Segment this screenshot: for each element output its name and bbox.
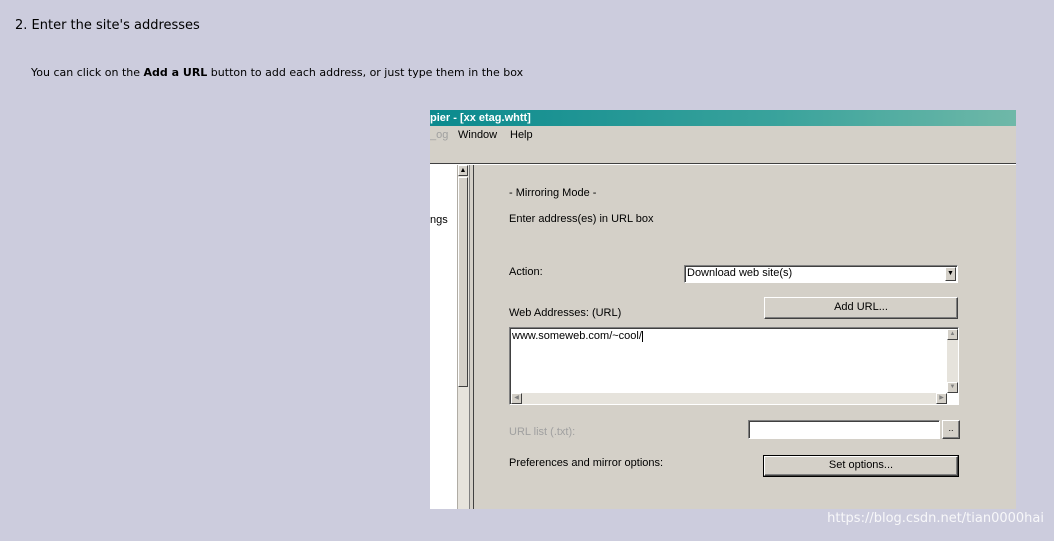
left-pane-item: ngs xyxy=(430,214,448,226)
url-text: www.someweb.com/~cool/ xyxy=(512,330,643,342)
mirroring-mode-label: - Mirroring Mode - xyxy=(509,187,597,199)
window-title: pier - [xx etag.whtt] xyxy=(430,112,531,124)
scroll-down-icon[interactable]: ▼ xyxy=(947,382,958,393)
url-value: www.someweb.com/~cool/ xyxy=(512,330,642,342)
scroll-right-icon[interactable]: ▶ xyxy=(936,393,947,404)
instruction-after: button to add each address, or just type… xyxy=(207,66,524,79)
action-select-value: Download web site(s) xyxy=(687,267,793,279)
scroll-up-icon[interactable]: ▲ xyxy=(458,165,468,176)
enter-address-hint: Enter address(es) in URL box xyxy=(509,213,654,225)
dropdown-arrow-icon[interactable]: ▼ xyxy=(945,267,956,281)
url-vertical-scrollbar[interactable]: ▲ ▼ xyxy=(947,329,958,393)
add-url-button[interactable]: Add URL... xyxy=(764,297,958,319)
scroll-up-icon[interactable]: ▲ xyxy=(947,329,958,340)
menu-window[interactable]: Window xyxy=(458,126,497,144)
menu-help[interactable]: Help xyxy=(510,126,533,144)
instruction-before: You can click on the xyxy=(31,66,144,79)
url-list-input[interactable] xyxy=(748,420,940,439)
watermark: https://blog.csdn.net/tian0000hai xyxy=(827,511,1044,526)
text-caret xyxy=(641,330,643,342)
menu-divider-highlight xyxy=(430,164,1016,165)
action-label: Action: xyxy=(509,266,543,278)
pane-splitter[interactable] xyxy=(469,165,474,509)
url-horizontal-scrollbar[interactable]: ◀ ▶ xyxy=(511,393,947,404)
menu-bar: _og Window Help xyxy=(430,126,1016,146)
left-tree-pane[interactable]: ngs xyxy=(430,165,457,509)
httrack-screenshot: pier - [xx etag.whtt] _og Window Help ng… xyxy=(430,110,1016,509)
menu-log[interactable]: _og xyxy=(430,126,448,144)
window-titlebar: pier - [xx etag.whtt] xyxy=(430,110,1016,126)
set-options-button[interactable]: Set options... xyxy=(763,455,959,477)
instruction-text: You can click on the Add a URL button to… xyxy=(31,66,523,79)
step-heading: 2. Enter the site's addresses xyxy=(15,18,200,33)
preferences-label: Preferences and mirror options: xyxy=(509,457,664,469)
url-textarea[interactable]: www.someweb.com/~cool/ ▲ ▼ ◀ ▶ xyxy=(509,327,959,405)
scroll-left-icon[interactable]: ◀ xyxy=(511,393,522,404)
scroll-thumb[interactable] xyxy=(458,177,468,387)
left-pane-scrollbar[interactable]: ▲ xyxy=(457,165,469,509)
url-list-label: URL list (.txt): xyxy=(509,426,576,438)
action-select[interactable]: Download web site(s) ▼ xyxy=(684,265,958,283)
instruction-bold: Add a URL xyxy=(143,66,208,79)
browse-button[interactable]: .. xyxy=(942,420,960,439)
web-addresses-label: Web Addresses: (URL) xyxy=(509,307,622,319)
